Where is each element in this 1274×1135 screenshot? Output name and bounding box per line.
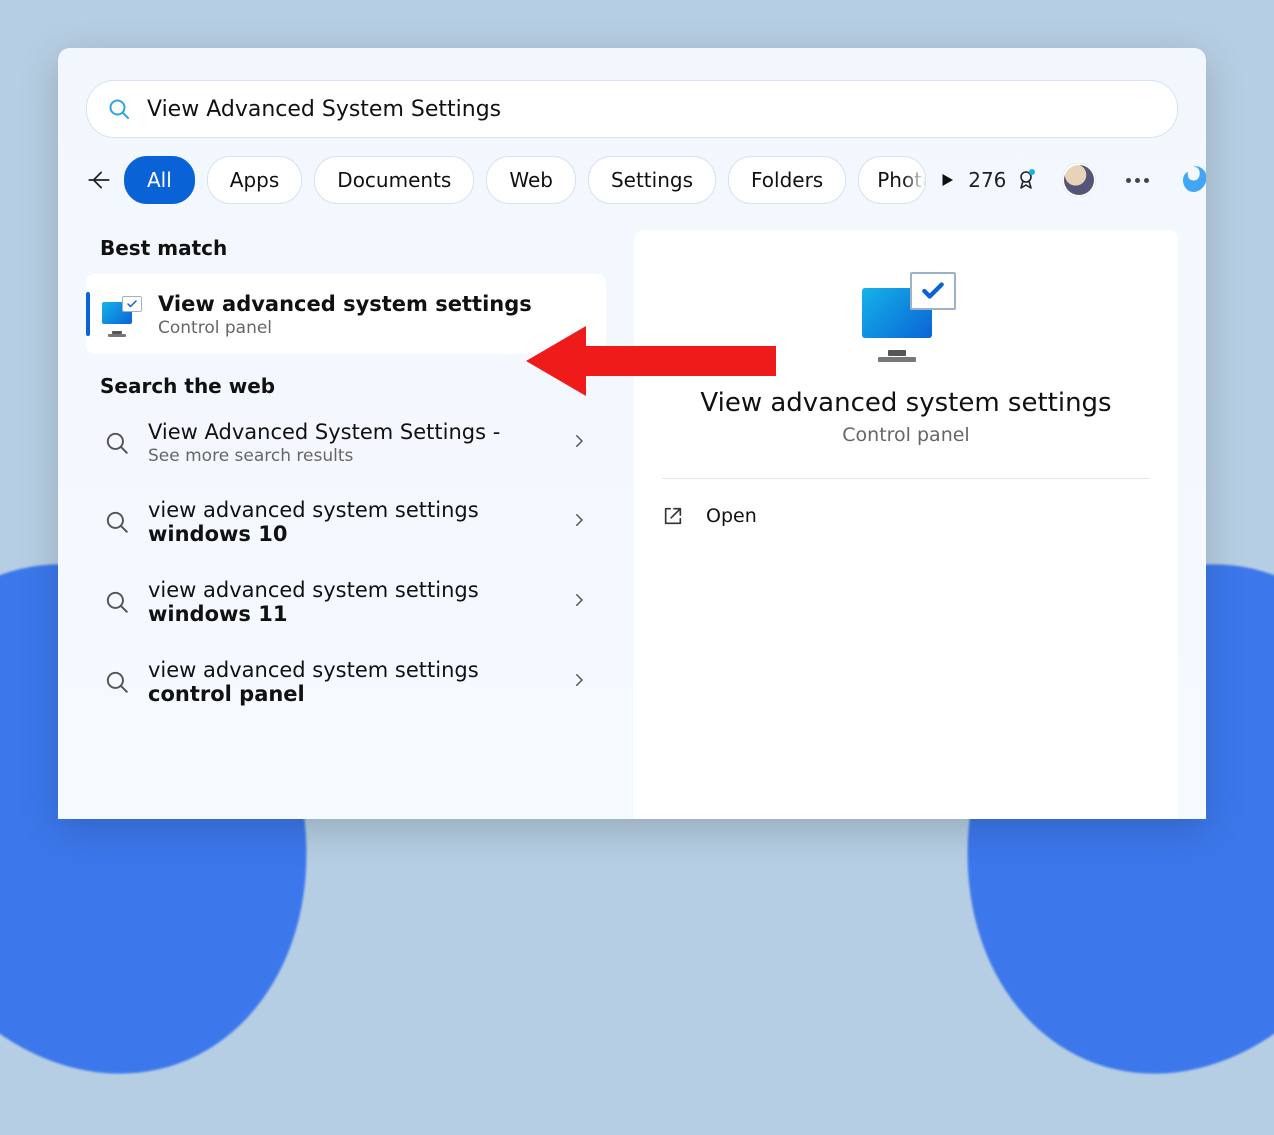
web-result[interactable]: view advanced system settingswindows 10: [86, 482, 606, 562]
filter-chip-documents[interactable]: Documents: [314, 156, 474, 204]
search-panel: AllAppsDocumentsWebSettingsFoldersPhotos…: [58, 48, 1206, 819]
rewards-points[interactable]: 276: [968, 168, 1038, 192]
web-result[interactable]: View Advanced System Settings -See more …: [86, 404, 606, 482]
search-icon: [104, 669, 130, 695]
search-icon: [104, 430, 130, 456]
web-result-bold: control panel: [148, 682, 552, 706]
filter-chip-photos[interactable]: Photos: [858, 156, 926, 204]
best-match-title: View advanced system settings: [158, 292, 532, 316]
web-result[interactable]: view advanced system settingswindows 11: [86, 562, 606, 642]
filter-chip-apps[interactable]: Apps: [207, 156, 303, 204]
preview-subtitle: Control panel: [842, 424, 969, 446]
preview-pane: View advanced system settings Control pa…: [634, 230, 1178, 819]
chevron-right-icon: [570, 671, 588, 693]
web-result-line1: view advanced system settings: [148, 658, 552, 682]
web-result-line2: See more search results: [148, 446, 552, 466]
preview-app-icon: [856, 272, 956, 362]
search-icon: [104, 509, 130, 535]
filter-chip-settings[interactable]: Settings: [588, 156, 716, 204]
section-title-search-web: Search the web: [100, 374, 606, 398]
search-input[interactable]: [145, 96, 1157, 123]
best-match-result[interactable]: View advanced system settings Control pa…: [86, 274, 606, 354]
web-result[interactable]: view advanced system settingscontrol pan…: [86, 642, 606, 722]
best-match-subtitle: Control panel: [158, 318, 532, 338]
chevron-right-icon: [570, 511, 588, 533]
open-external-icon: [662, 505, 684, 527]
search-icon: [107, 97, 131, 121]
header-right-cluster: 276: [968, 160, 1206, 200]
filter-row: AllAppsDocumentsWebSettingsFoldersPhotos…: [86, 156, 1178, 204]
filter-chip-folders[interactable]: Folders: [728, 156, 846, 204]
points-value: 276: [968, 168, 1006, 192]
search-icon: [104, 589, 130, 615]
chevron-right-icon: [570, 591, 588, 613]
chevron-right-icon: [570, 432, 588, 454]
open-label: Open: [706, 505, 757, 527]
web-result-line1: view advanced system settings: [148, 578, 552, 602]
system-settings-icon: [100, 296, 142, 334]
more-options-button[interactable]: [1120, 178, 1154, 183]
web-result-line1: view advanced system settings: [148, 498, 552, 522]
filter-chip-web[interactable]: Web: [486, 156, 576, 204]
preview-action-open[interactable]: Open: [662, 505, 1150, 527]
medal-icon: [1014, 168, 1038, 192]
play-icon: [938, 171, 956, 189]
preview-title: View advanced system settings: [700, 388, 1111, 418]
preview-divider: [662, 478, 1150, 479]
filter-chip-all[interactable]: All: [124, 156, 195, 204]
filter-more-button[interactable]: [938, 160, 956, 200]
back-button[interactable]: [86, 160, 112, 200]
arrow-left-icon: [86, 167, 112, 193]
user-avatar[interactable]: [1062, 163, 1096, 197]
section-title-best-match: Best match: [100, 236, 606, 260]
copilot-icon[interactable]: [1178, 160, 1206, 200]
results-column: Best match View advanced system settings…: [86, 230, 606, 722]
web-result-line1: View Advanced System Settings -: [148, 420, 552, 444]
web-result-bold: windows 10: [148, 522, 552, 546]
web-result-bold: windows 11: [148, 602, 552, 626]
search-bar[interactable]: [86, 80, 1178, 138]
